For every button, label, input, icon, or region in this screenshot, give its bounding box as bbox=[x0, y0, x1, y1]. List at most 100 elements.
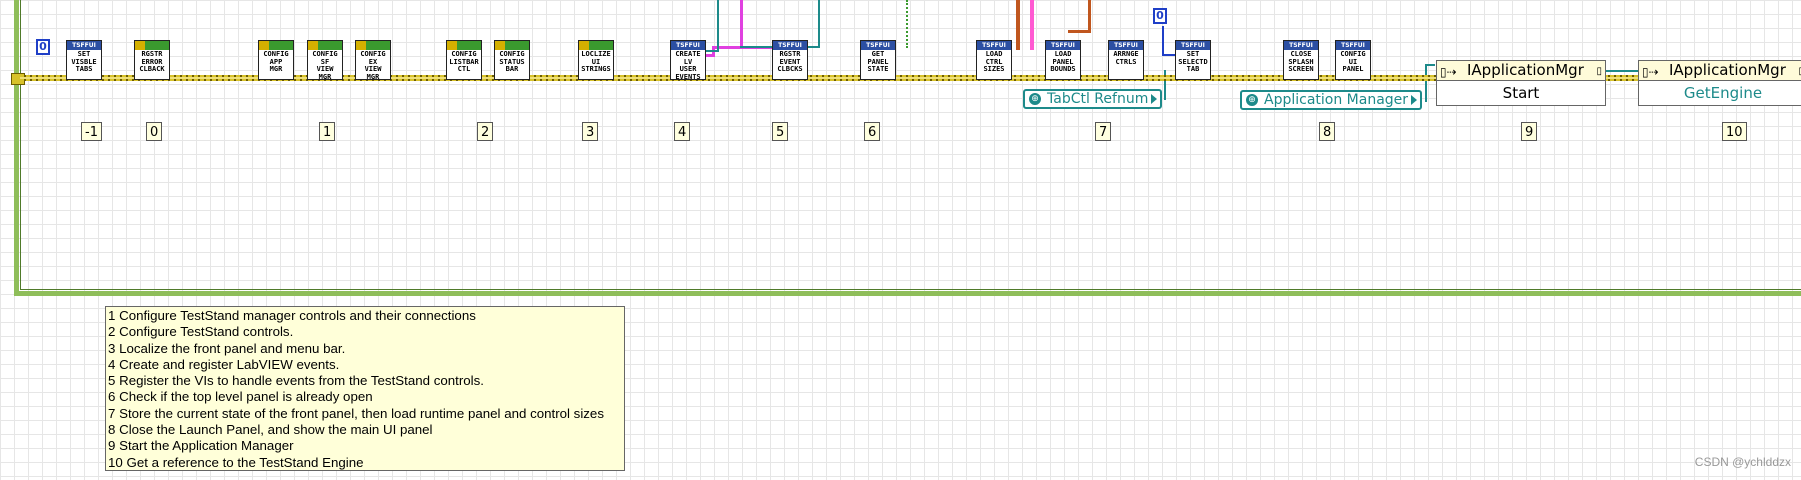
note-line: 5 Register the VIs to handle events from… bbox=[108, 373, 484, 389]
subvi-register-event-callbacks[interactable]: TSFFUI RGSTR EVENT CLBCKS bbox=[772, 40, 808, 80]
subvi-label: CONFIG EX VIEW MGR bbox=[360, 50, 386, 81]
terminal-arrow-icon bbox=[1411, 95, 1418, 105]
subvi-config-status-bar[interactable]: CONFIG STATUS BAR bbox=[494, 40, 530, 80]
subvi-label: LOAD PANEL BOUNDS bbox=[1050, 50, 1076, 73]
terminal-arrow-icon bbox=[1151, 94, 1158, 104]
subvi-label: SET SELECTD TAB bbox=[1178, 50, 1208, 73]
subvi-localize-ui-strings[interactable]: LOCLIZE UI STRINGS bbox=[578, 40, 614, 80]
subvi-label: GET PANEL STATE bbox=[867, 50, 889, 73]
note-line: 2 Configure TestStand controls. bbox=[108, 324, 294, 340]
subvi-config-app-mgr[interactable]: CONFIG APP MGR bbox=[258, 40, 294, 80]
step-label: 10 bbox=[1722, 122, 1747, 141]
subvi-config-listbar-ctl[interactable]: CONFIG LISTBAR CTL bbox=[446, 40, 482, 80]
subvi-header: TSFFUI bbox=[1046, 41, 1080, 50]
subvi-label: LOAD CTRL SIZES bbox=[983, 50, 1005, 73]
subvi-header: TSFFUI bbox=[861, 41, 895, 50]
wire-blue-h[interactable] bbox=[1162, 54, 1176, 56]
note-line: 3 Localize the front panel and menu bar. bbox=[108, 340, 346, 356]
note-line: 10 Get a reference to the TestStand Engi… bbox=[108, 454, 364, 470]
wire-teal-v1[interactable] bbox=[717, 0, 719, 52]
subvi-load-ctrl-sizes[interactable]: TSFFUI LOAD CTRL SIZES bbox=[976, 40, 1012, 80]
note-line: 4 Create and register LabVIEW events. bbox=[108, 356, 340, 372]
step-label: 5 bbox=[772, 122, 789, 141]
subvi-create-lv-user-events[interactable]: TSFFUI CREATE LV USER EVENTS bbox=[670, 40, 706, 80]
subvi-set-visible-tabs[interactable]: TSFFUI SET VISBLE TABS bbox=[66, 40, 102, 80]
subvi-register-error-callback[interactable]: RGSTR ERROR CLBACK bbox=[134, 40, 170, 80]
subvi-load-panel-bounds[interactable]: TSFFUI LOAD PANEL BOUNDS bbox=[1045, 40, 1081, 80]
subvi-label: RGSTR EVENT CLBCKS bbox=[777, 50, 803, 73]
refnum-label: Application Manager bbox=[1264, 92, 1409, 108]
subvi-config-sf-view-mgr[interactable]: CONFIG SF VIEW MGR bbox=[307, 40, 343, 80]
subvi-header-icon bbox=[308, 41, 342, 50]
invoke-class-name: IApplicationMgr bbox=[1669, 61, 1786, 79]
subvi-header-icon bbox=[135, 41, 169, 50]
tabctl-refnum[interactable]: ⊕ TabCtl Refnum bbox=[1023, 89, 1163, 109]
wire-magenta[interactable] bbox=[740, 0, 743, 48]
note-line: 6 Check if the top level panel is alread… bbox=[108, 389, 373, 405]
numeric-constant[interactable]: 0 bbox=[36, 39, 50, 55]
subvi-header-icon bbox=[259, 41, 293, 50]
invoke-node-header: ▯⇢ IApplicationMgr ▯ bbox=[1639, 61, 1801, 81]
subvi-header-icon bbox=[356, 41, 390, 50]
subvi-get-panel-state[interactable]: TSFFUI GET PANEL STATE bbox=[860, 40, 896, 80]
numeric-constant[interactable]: 0 bbox=[1153, 8, 1167, 24]
subvi-label: CREATE LV USER EVENTS bbox=[675, 50, 701, 81]
subvi-label: LOCLIZE UI STRINGS bbox=[581, 50, 611, 73]
invoke-node-getengine[interactable]: ▯⇢ IApplicationMgr ▯ GetEngine bbox=[1638, 60, 1801, 106]
wire-brown-2[interactable] bbox=[1088, 0, 1091, 32]
subvi-label: ARRNGE CTRLS bbox=[1113, 50, 1139, 66]
subvi-label: CONFIG LISTBAR CTL bbox=[449, 50, 479, 73]
subvi-header: TSFFUI bbox=[1284, 41, 1318, 50]
step-label: 2 bbox=[477, 122, 494, 141]
step-label: 6 bbox=[864, 122, 881, 141]
step-label: 9 bbox=[1521, 122, 1538, 141]
subvi-header-icon bbox=[495, 41, 529, 50]
wire-teal-appmgr-h[interactable] bbox=[1425, 64, 1435, 66]
invoke-node-header: ▯⇢ IApplicationMgr ▯ bbox=[1437, 61, 1605, 81]
subvi-label: CONFIG UI PANEL bbox=[1340, 50, 1366, 73]
subvi-header: TSFFUI bbox=[773, 41, 807, 50]
step-label: 7 bbox=[1095, 122, 1112, 141]
step-label: 3 bbox=[582, 122, 599, 141]
subvi-set-selected-tab[interactable]: TSFFUI SET SELECTD TAB bbox=[1175, 40, 1211, 80]
refnum-label: TabCtl Refnum bbox=[1047, 91, 1149, 107]
subvi-arrange-ctrls[interactable]: TSFFUI ARRNGE CTRLS bbox=[1108, 40, 1144, 80]
step-label: 8 bbox=[1319, 122, 1336, 141]
note-line: 7 Store the current state of the front p… bbox=[108, 405, 604, 421]
subvi-label: CONFIG SF VIEW MGR bbox=[312, 50, 338, 81]
free-label-comment[interactable]: 1 Configure TestStand manager controls a… bbox=[105, 306, 625, 471]
reference-in-icon: ▯⇢ bbox=[1440, 65, 1457, 79]
subvi-close-splash-screen[interactable]: TSFFUI CLOSE SPLASH SCREEN bbox=[1283, 40, 1319, 80]
wire-green-dotted[interactable] bbox=[906, 0, 908, 48]
reference-out-icon: ▯ bbox=[1596, 66, 1602, 77]
subvi-header-icon bbox=[579, 41, 613, 50]
wire-brown-2h[interactable] bbox=[1068, 30, 1091, 33]
step-label: 1 bbox=[319, 122, 336, 141]
wire-teal-v2[interactable] bbox=[818, 0, 820, 48]
invoke-node-start[interactable]: ▯⇢ IApplicationMgr ▯ Start bbox=[1436, 60, 1606, 106]
watermark: CSDN @ychlddzx bbox=[1694, 455, 1791, 469]
invoke-method[interactable]: GetEngine bbox=[1639, 81, 1801, 107]
wire-pink-1[interactable] bbox=[1030, 0, 1034, 50]
step-label: 0 bbox=[146, 122, 163, 141]
step-label: -1 bbox=[81, 122, 102, 141]
subvi-label: CONFIG APP MGR bbox=[263, 50, 289, 73]
application-manager-refnum[interactable]: ⊕ Application Manager bbox=[1240, 90, 1423, 110]
subvi-header: TSFFUI bbox=[977, 41, 1011, 50]
subvi-header: TSFFUI bbox=[1336, 41, 1370, 50]
subvi-header: TSFFUI bbox=[1109, 41, 1143, 50]
subvi-label: CONFIG STATUS BAR bbox=[499, 50, 525, 73]
refnum-globe-icon: ⊕ bbox=[1246, 94, 1258, 106]
wire-teal-invoke[interactable] bbox=[1605, 70, 1640, 72]
wire-brown-1[interactable] bbox=[1016, 0, 1020, 50]
wire-blue-v[interactable] bbox=[1162, 26, 1164, 56]
invoke-method[interactable]: Start bbox=[1437, 81, 1605, 107]
subvi-label: SET VISBLE TABS bbox=[71, 50, 97, 73]
step-label: 4 bbox=[674, 122, 691, 141]
invoke-class-name: IApplicationMgr bbox=[1467, 61, 1584, 79]
wire-teal-appmgr-v[interactable] bbox=[1425, 64, 1427, 102]
reference-in-icon: ▯⇢ bbox=[1642, 65, 1659, 79]
subvi-config-ex-view-mgr[interactable]: CONFIG EX VIEW MGR bbox=[355, 40, 391, 80]
subvi-config-ui-panel[interactable]: TSFFUI CONFIG UI PANEL bbox=[1335, 40, 1371, 80]
note-line: 1 Configure TestStand manager controls a… bbox=[108, 308, 476, 323]
